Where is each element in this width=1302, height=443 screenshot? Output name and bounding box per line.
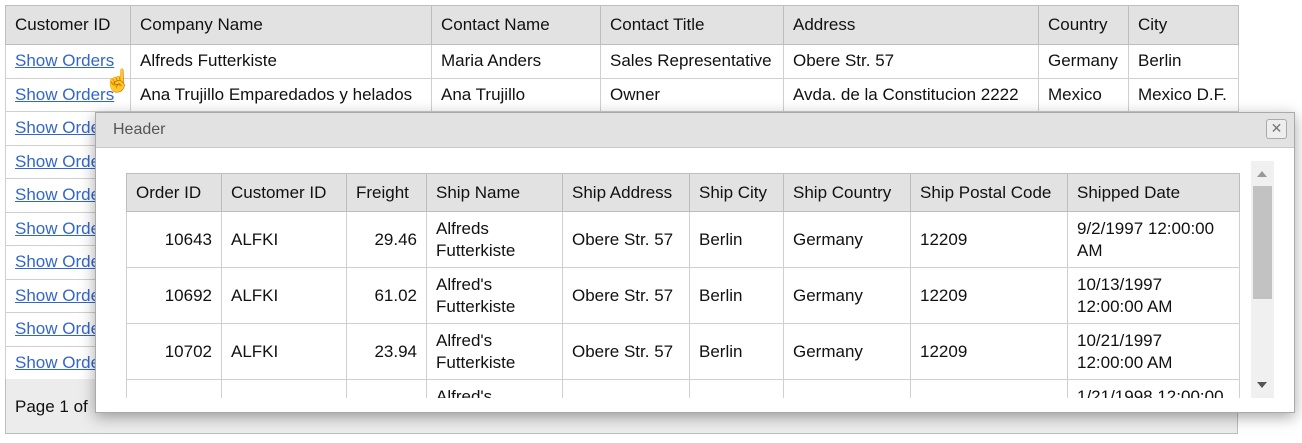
- show-orders-link[interactable]: Show Orders: [15, 51, 114, 70]
- cell: 10/21/1997 12:00:00 AM: [1067, 323, 1240, 380]
- cell: [910, 379, 1068, 398]
- cell: 10/13/1997 12:00:00 AM: [1067, 267, 1240, 324]
- scroll-thumb[interactable]: [1253, 186, 1272, 299]
- column-header[interactable]: Order ID: [126, 173, 222, 212]
- column-header[interactable]: Shipped Date: [1067, 173, 1240, 212]
- column-header[interactable]: Address: [783, 5, 1039, 45]
- cell: [562, 379, 690, 398]
- cell: Obere Str. 57: [562, 267, 690, 324]
- cell: Avda. de la Constitucion 2222: [783, 77, 1039, 112]
- cell: [783, 379, 911, 398]
- cell: 12209: [910, 267, 1068, 324]
- cell: Germany: [1038, 44, 1129, 79]
- cell: 12209: [910, 323, 1068, 380]
- cell: [346, 379, 427, 398]
- cell: Alfred's Futterkiste: [426, 267, 563, 324]
- table-row: 10702 ALFKI 23.94 Alfred's Futterkiste Obere…: [126, 323, 1240, 380]
- orders-grid: Order ID Customer ID Freight Ship Name Ship …: [126, 173, 1240, 398]
- scroll-down-icon[interactable]: [1257, 382, 1267, 388]
- cell: Alfred's Futterkiste: [426, 379, 563, 398]
- cell: Germany: [783, 267, 911, 324]
- column-header[interactable]: Customer ID: [221, 173, 347, 212]
- popup-title: Header: [113, 121, 166, 138]
- cell: Maria Anders: [431, 44, 601, 79]
- column-header[interactable]: Freight: [346, 173, 427, 212]
- cell: 29.46: [346, 211, 427, 268]
- cell: Alfreds Futterkiste: [130, 44, 432, 79]
- cell: Berlin: [689, 267, 784, 324]
- table-row: 10692 ALFKI 61.02 Alfred's Futterkiste Obere…: [126, 267, 1240, 324]
- cell: ALFKI: [221, 323, 347, 380]
- cell: 10692: [126, 267, 222, 324]
- cell: 10643: [126, 211, 222, 268]
- cell: Germany: [783, 211, 911, 268]
- cell: ALFKI: [221, 267, 347, 324]
- cell: 23.94: [346, 323, 427, 380]
- cell: 10702: [126, 323, 222, 380]
- cell: Mexico D.F.: [1128, 77, 1239, 112]
- column-header[interactable]: Contact Name: [431, 5, 601, 45]
- cell: Mexico: [1038, 77, 1129, 112]
- popup-header[interactable]: Header ✕: [96, 113, 1294, 148]
- table-row: 10643 ALFKI 29.46 Alfreds Futterkiste Obere …: [126, 211, 1240, 268]
- close-icon[interactable]: ✕: [1266, 119, 1287, 139]
- column-header[interactable]: Ship City: [689, 173, 784, 212]
- column-header[interactable]: Ship Address: [562, 173, 690, 212]
- column-header[interactable]: Ship Postal Code: [910, 173, 1068, 212]
- cell: Sales Representative: [600, 44, 784, 79]
- cell: 61.02: [346, 267, 427, 324]
- cell: Alfred's Futterkiste: [426, 323, 563, 380]
- cell: Berlin: [1128, 44, 1239, 79]
- orders-popup: Header ✕ Order ID Customer ID Freight Ship N…: [95, 112, 1295, 413]
- vertical-scrollbar[interactable]: [1251, 161, 1274, 398]
- hand-cursor-icon: ☝: [104, 68, 132, 93]
- cell: 1/21/1998 12:00:00 AM: [1067, 379, 1240, 398]
- cell: [689, 379, 784, 398]
- column-header[interactable]: Ship Country: [783, 173, 911, 212]
- cell: Obere Str. 57: [783, 44, 1039, 79]
- cell: Germany: [783, 323, 911, 380]
- cell: Berlin: [689, 323, 784, 380]
- cell: Owner: [600, 77, 784, 112]
- cell: 12209: [910, 211, 1068, 268]
- cell: Alfreds Futterkiste: [426, 211, 563, 268]
- cell: 9/2/1997 12:00:00 AM: [1067, 211, 1240, 268]
- cell: Ana Trujillo: [431, 77, 601, 112]
- scroll-up-icon[interactable]: [1257, 171, 1267, 177]
- pager-text: Page 1 of: [15, 397, 88, 416]
- cell: Ana Trujillo Emparedados y helados: [130, 77, 432, 112]
- table-row: Alfred's Futterkiste 1/21/1998 12:00:00 A…: [126, 379, 1240, 398]
- cell: [126, 379, 222, 398]
- cell: ALFKI: [221, 211, 347, 268]
- column-header[interactable]: Ship Name: [426, 173, 563, 212]
- table-row: Show Orders Ana Trujillo Emparedados y he…: [5, 77, 1239, 112]
- column-header[interactable]: Company Name: [130, 5, 432, 45]
- column-header[interactable]: Country: [1038, 5, 1129, 45]
- column-header[interactable]: Customer ID: [5, 5, 131, 45]
- cell: Obere Str. 57: [562, 323, 690, 380]
- cell: Berlin: [689, 211, 784, 268]
- table-row: Show Orders Alfreds Futterkiste Maria Ande…: [5, 44, 1239, 79]
- cell: Obere Str. 57: [562, 211, 690, 268]
- column-header[interactable]: City: [1128, 5, 1239, 45]
- show-orders-link[interactable]: Show Orders: [15, 85, 114, 104]
- column-header[interactable]: Contact Title: [600, 5, 784, 45]
- cell: [221, 379, 347, 398]
